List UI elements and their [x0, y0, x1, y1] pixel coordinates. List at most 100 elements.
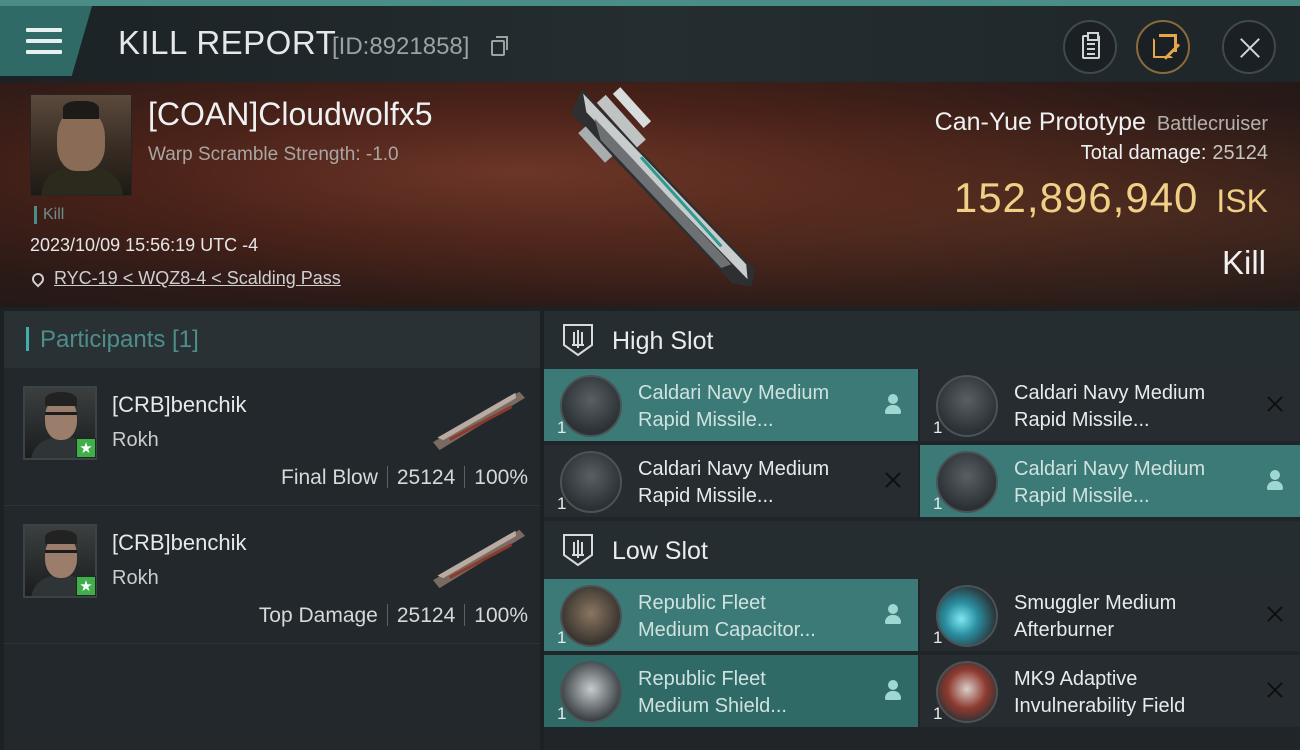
participants-title: Participants [1] — [40, 326, 199, 353]
module-quantity: 1 — [933, 418, 943, 437]
participant-damage: 25124 — [396, 604, 456, 627]
participants-header: Participants [1] — [4, 311, 540, 368]
page-title: KILL REPORT — [118, 24, 337, 61]
module-name: Smuggler Medium Afterburner — [1014, 590, 1254, 644]
participant-role: Top Damage — [258, 604, 378, 627]
high-slot-icon — [562, 323, 594, 357]
module-name-line1: Caldari Navy Medium — [638, 458, 830, 480]
header-accent — [26, 327, 29, 351]
module-name-line2: Rapid Missile... — [1014, 485, 1150, 507]
module-name-line1: Smuggler Medium — [1014, 592, 1177, 614]
module-quantity: 1 — [557, 418, 567, 437]
clipboard-button[interactable] — [1063, 20, 1117, 74]
dropped-person-icon — [882, 603, 904, 625]
module-item[interactable]: 1 Caldari Navy Medium Rapid Missile... — [920, 445, 1300, 517]
module-item[interactable]: 1 MK9 Adaptive Invulnerability Field — [920, 655, 1300, 727]
module-quantity: 1 — [557, 494, 567, 513]
total-damage-value: 25124 — [1212, 142, 1268, 164]
top-bar: KILL REPORT [ID:8921858] — [0, 0, 1300, 82]
low-slot-modules: 1 Republic Fleet Medium Capacitor... 1 Sm… — [544, 579, 1300, 727]
module-name-line1: Republic Fleet — [638, 668, 766, 690]
participant-row[interactable]: ★ [CRB]benchik Rokh Final Blow 25124 100% — [4, 368, 540, 506]
participant-role: Final Blow — [281, 466, 378, 489]
module-name-line2: Medium Shield... — [638, 695, 787, 717]
module-item[interactable]: 1 Republic Fleet Medium Capacitor... — [544, 579, 918, 651]
dropped-person-icon — [882, 679, 904, 701]
module-name-line1: Caldari Navy Medium — [1014, 458, 1206, 480]
module-name: Caldari Navy Medium Rapid Missile... — [1014, 456, 1254, 510]
high-slot-title: High Slot — [612, 327, 714, 355]
fitting-panel: High Slot 1 Caldari Navy Medium Rapid Mis… — [544, 311, 1300, 750]
missile-launcher-icon — [936, 375, 998, 437]
victim-avatar[interactable] — [30, 94, 132, 196]
participant-ship: Rokh — [112, 429, 159, 451]
module-item[interactable]: 1 Republic Fleet Medium Shield... — [544, 655, 918, 727]
destroyed-x-icon — [1264, 603, 1286, 625]
outcome-label: Kill — [1221, 244, 1266, 281]
module-name: Caldari Navy Medium Rapid Missile... — [638, 456, 878, 510]
module-name-line2: Rapid Missile... — [638, 485, 774, 507]
ship-class: Battlecruiser — [1156, 113, 1268, 135]
kill-tag: Kill — [34, 206, 64, 224]
clipboard-icon — [1082, 32, 1100, 59]
high-slot-modules: 1 Caldari Navy Medium Rapid Missile... 1 … — [544, 369, 1300, 517]
location-link[interactable]: RYC-19 < WQZ8-4 < Scalding Pass — [29, 268, 341, 289]
module-name: Republic Fleet Medium Capacitor... — [638, 590, 878, 644]
menu-icon-bar — [26, 39, 62, 43]
total-damage: Total damage: 25124 — [1081, 142, 1268, 165]
module-name-line1: Caldari Navy Medium — [638, 382, 830, 404]
module-name-line2: Afterburner — [1014, 619, 1115, 641]
module-quantity: 1 — [933, 494, 943, 513]
module-name: MK9 Adaptive Invulnerability Field — [1014, 666, 1254, 720]
destroyed-x-icon — [1264, 679, 1286, 701]
low-slot-icon — [562, 533, 594, 567]
low-slot-title: Low Slot — [612, 537, 708, 565]
participant-name: [CRB]benchik — [112, 530, 247, 555]
menu-icon-bar — [26, 50, 62, 54]
participant-ship-image — [433, 391, 525, 451]
module-name-line1: Republic Fleet — [638, 592, 766, 614]
capacitor-battery-icon — [560, 585, 622, 647]
close-button[interactable] — [1222, 20, 1276, 74]
share-button[interactable] — [1136, 20, 1190, 74]
participant-stats: Final Blow 25124 100% — [281, 466, 528, 490]
star-badge-icon: ★ — [76, 576, 96, 596]
kill-summary-banner: [COAN]Cloudwolfx5 Warp Scramble Strength… — [0, 82, 1300, 307]
star-badge-icon: ★ — [76, 438, 96, 458]
module-name-line2: Rapid Missile... — [1014, 409, 1150, 431]
participant-name: [CRB]benchik — [112, 392, 247, 417]
high-slot-header: High Slot — [544, 311, 1300, 369]
participant-row[interactable]: ★ [CRB]benchik Rokh Top Damage 25124 100% — [4, 506, 540, 644]
participant-ship-image — [433, 529, 525, 589]
module-name-line1: Caldari Navy Medium — [1014, 382, 1206, 404]
module-quantity: 1 — [557, 704, 567, 723]
warp-scramble-strength: Warp Scramble Strength: -1.0 — [148, 144, 399, 165]
share-arrow — [1159, 34, 1177, 52]
menu-button[interactable] — [0, 6, 92, 76]
module-name-line1: MK9 Adaptive — [1014, 668, 1138, 690]
module-item[interactable]: 1 Caldari Navy Medium Rapid Missile... — [544, 369, 918, 441]
report-id: [ID:8921858] — [332, 33, 470, 60]
shield-invuln-icon — [936, 661, 998, 723]
module-item[interactable]: 1 Caldari Navy Medium Rapid Missile... — [920, 369, 1300, 441]
module-quantity: 1 — [557, 628, 567, 647]
participant-stats: Top Damage 25124 100% — [259, 604, 528, 628]
module-name-line2: Invulnerability Field — [1014, 695, 1186, 717]
participants-panel: Participants [1] ★ [CRB]benchik Rokh Fin… — [4, 311, 540, 750]
victim-name[interactable]: [COAN]Cloudwolfx5 — [148, 96, 433, 133]
module-item[interactable]: 1 Caldari Navy Medium Rapid Missile... — [544, 445, 918, 517]
missile-launcher-icon — [560, 375, 622, 437]
module-name: Caldari Navy Medium Rapid Missile... — [1014, 380, 1254, 434]
copy-icon[interactable] — [491, 36, 508, 56]
module-name-line2: Medium Capacitor... — [638, 619, 816, 641]
ship-type[interactable]: Can-Yue Prototype Battlecruiser — [935, 108, 1268, 137]
module-item[interactable]: 1 Smuggler Medium Afterburner — [920, 579, 1300, 651]
missile-launcher-icon — [560, 451, 622, 513]
missile-launcher-icon — [936, 451, 998, 513]
destroyed-x-icon — [1264, 393, 1286, 415]
destroyed-x-icon — [882, 469, 904, 491]
kill-timestamp: 2023/10/09 15:56:19 UTC -4 — [30, 235, 259, 255]
isk-value: 152,896,940 — [953, 174, 1199, 221]
location-text: RYC-19 < WQZ8-4 < Scalding Pass — [54, 268, 341, 288]
total-damage-label: Total damage: — [1080, 142, 1207, 164]
